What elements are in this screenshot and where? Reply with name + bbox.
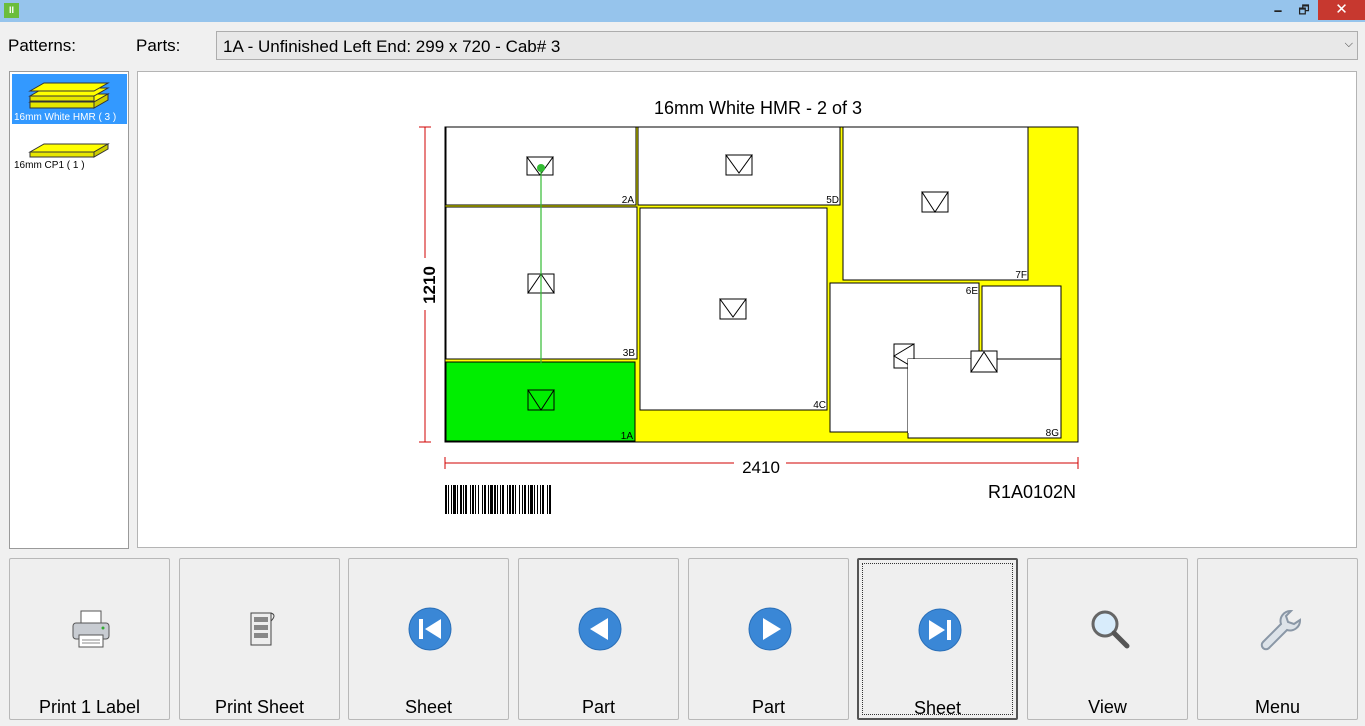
barcode-bar bbox=[494, 485, 496, 514]
print-sheet-icon bbox=[250, 612, 275, 646]
first-sheet-icon bbox=[408, 607, 452, 651]
sheet-layout[interactable]: 2A 5D 7F 3B 4C 6E 8G 1A 1210 2410 bbox=[138, 72, 1358, 549]
print-label-button[interactable]: Print 1 Label bbox=[9, 558, 170, 720]
barcode-bar bbox=[470, 485, 471, 514]
pattern-label: 16mm CP1 ( 1 ) bbox=[14, 160, 85, 171]
barcode-bar bbox=[460, 485, 462, 514]
first-sheet-button[interactable]: Sheet bbox=[348, 558, 509, 720]
chevron-down-icon[interactable]: ⌵ bbox=[1345, 38, 1353, 51]
printer-icon bbox=[72, 610, 110, 648]
barcode-bar bbox=[472, 485, 474, 514]
next-part-icon bbox=[748, 607, 792, 651]
part-label-7F: 7F bbox=[1015, 270, 1027, 281]
button-label: Sheet bbox=[913, 698, 962, 718]
barcode-bar bbox=[465, 485, 467, 514]
barcode-text: R1A0102N bbox=[988, 482, 1077, 502]
patterns-label: Patterns: bbox=[8, 36, 77, 55]
barcode-bar bbox=[463, 485, 464, 514]
barcode bbox=[445, 485, 551, 514]
part-label-2A: 2A bbox=[622, 195, 635, 206]
barcode-bar bbox=[537, 485, 538, 514]
barcode-bar bbox=[512, 485, 514, 514]
barcode-bar bbox=[448, 485, 449, 514]
barcode-bar bbox=[484, 485, 486, 514]
button-label: Part bbox=[581, 697, 615, 717]
barcode-bar bbox=[457, 485, 458, 514]
part-7F: 7F bbox=[842, 126, 1029, 281]
pattern-label: 16mm White HMR ( 3 ) bbox=[14, 112, 117, 123]
previous-part-button[interactable]: Part bbox=[518, 558, 679, 720]
part-5D: 5D bbox=[637, 126, 841, 206]
part-label-1A: 1A bbox=[621, 431, 634, 442]
pattern-item-cp1[interactable]: 16mm CP1 ( 1 ) bbox=[12, 132, 127, 182]
barcode-bar bbox=[542, 485, 544, 514]
close-button[interactable]: ✕ bbox=[1318, 0, 1365, 20]
barcode-bar bbox=[497, 485, 498, 514]
cut-guide-start bbox=[537, 164, 545, 172]
print-sheet-button[interactable]: Print Sheet bbox=[179, 558, 340, 720]
barcode-bar bbox=[453, 485, 456, 514]
barcode-bar bbox=[490, 485, 493, 514]
button-label: Part bbox=[751, 697, 785, 717]
barcode-bar bbox=[547, 485, 548, 514]
minimize-button[interactable]: 🗕 bbox=[1266, 0, 1290, 20]
grain-marker-icon bbox=[970, 350, 998, 373]
barcode-bar bbox=[524, 485, 526, 514]
button-label: Menu bbox=[1254, 697, 1301, 717]
barcode-bar bbox=[478, 485, 479, 514]
part-label-4C: 4C bbox=[813, 400, 826, 411]
barcode-bar bbox=[507, 485, 508, 514]
barcode-bar bbox=[540, 485, 541, 514]
stacked-boards-icon bbox=[28, 82, 110, 109]
wrench-icon bbox=[1260, 610, 1301, 651]
barcode-bar bbox=[445, 485, 447, 514]
parts-dropdown-value: 1A - Unfinished Left End: 299 x 720 - Ca… bbox=[223, 37, 561, 56]
pattern-item-white-hmr[interactable]: 16mm White HMR ( 3 ) bbox=[12, 74, 127, 124]
button-label: View bbox=[1088, 697, 1127, 717]
part-label-6E: 6E bbox=[966, 286, 979, 297]
layout-canvas[interactable]: 16mm White HMR - 2 of 3 2A 5D 7F 3B 4C 6… bbox=[137, 71, 1357, 548]
part-4C: 4C bbox=[639, 207, 828, 411]
barcode-bar bbox=[522, 485, 523, 514]
title-bar: II 🗕 🗗 ✕ bbox=[0, 0, 1365, 22]
barcode-bar bbox=[488, 485, 489, 514]
app-icon: II bbox=[4, 3, 19, 18]
part-label-3B: 3B bbox=[623, 348, 636, 359]
barcode-bar bbox=[451, 485, 452, 514]
barcode-bar bbox=[502, 485, 504, 514]
last-sheet-button[interactable]: Sheet bbox=[857, 558, 1018, 720]
view-button[interactable]: View bbox=[1027, 558, 1188, 720]
height-dimension: 1210 bbox=[420, 266, 439, 304]
single-board-icon bbox=[28, 143, 110, 158]
button-label: Print Sheet bbox=[214, 697, 305, 717]
button-label: Sheet bbox=[404, 697, 453, 717]
part-1A-selected: 1A bbox=[445, 361, 636, 442]
menu-button[interactable]: Menu bbox=[1197, 558, 1358, 720]
barcode-bar bbox=[549, 485, 551, 514]
barcode-bar bbox=[475, 485, 476, 514]
width-dimension: 2410 bbox=[742, 458, 780, 477]
last-sheet-icon bbox=[918, 608, 962, 652]
pattern-list[interactable]: 16mm White HMR ( 3 ) 16mm CP1 ( 1 ) bbox=[9, 71, 129, 549]
barcode-bar bbox=[530, 485, 533, 514]
magnifier-icon bbox=[1091, 610, 1130, 649]
barcode-bar bbox=[534, 485, 535, 514]
previous-part-icon bbox=[578, 607, 622, 651]
barcode-bar bbox=[500, 485, 501, 514]
barcode-bar bbox=[509, 485, 511, 514]
button-label: Print 1 Label bbox=[38, 697, 141, 717]
barcode-bar bbox=[482, 485, 483, 514]
barcode-bar bbox=[515, 485, 516, 514]
barcode-bar bbox=[519, 485, 520, 514]
restore-button[interactable]: 🗗 bbox=[1291, 0, 1317, 20]
part-label-8G: 8G bbox=[1046, 428, 1060, 439]
barcode-bar bbox=[528, 485, 529, 514]
parts-dropdown[interactable]: 1A - Unfinished Left End: 299 x 720 - Ca… bbox=[216, 31, 1358, 60]
part-label-5D: 5D bbox=[826, 195, 839, 206]
next-part-button[interactable]: Part bbox=[688, 558, 849, 720]
parts-label: Parts: bbox=[136, 36, 181, 55]
